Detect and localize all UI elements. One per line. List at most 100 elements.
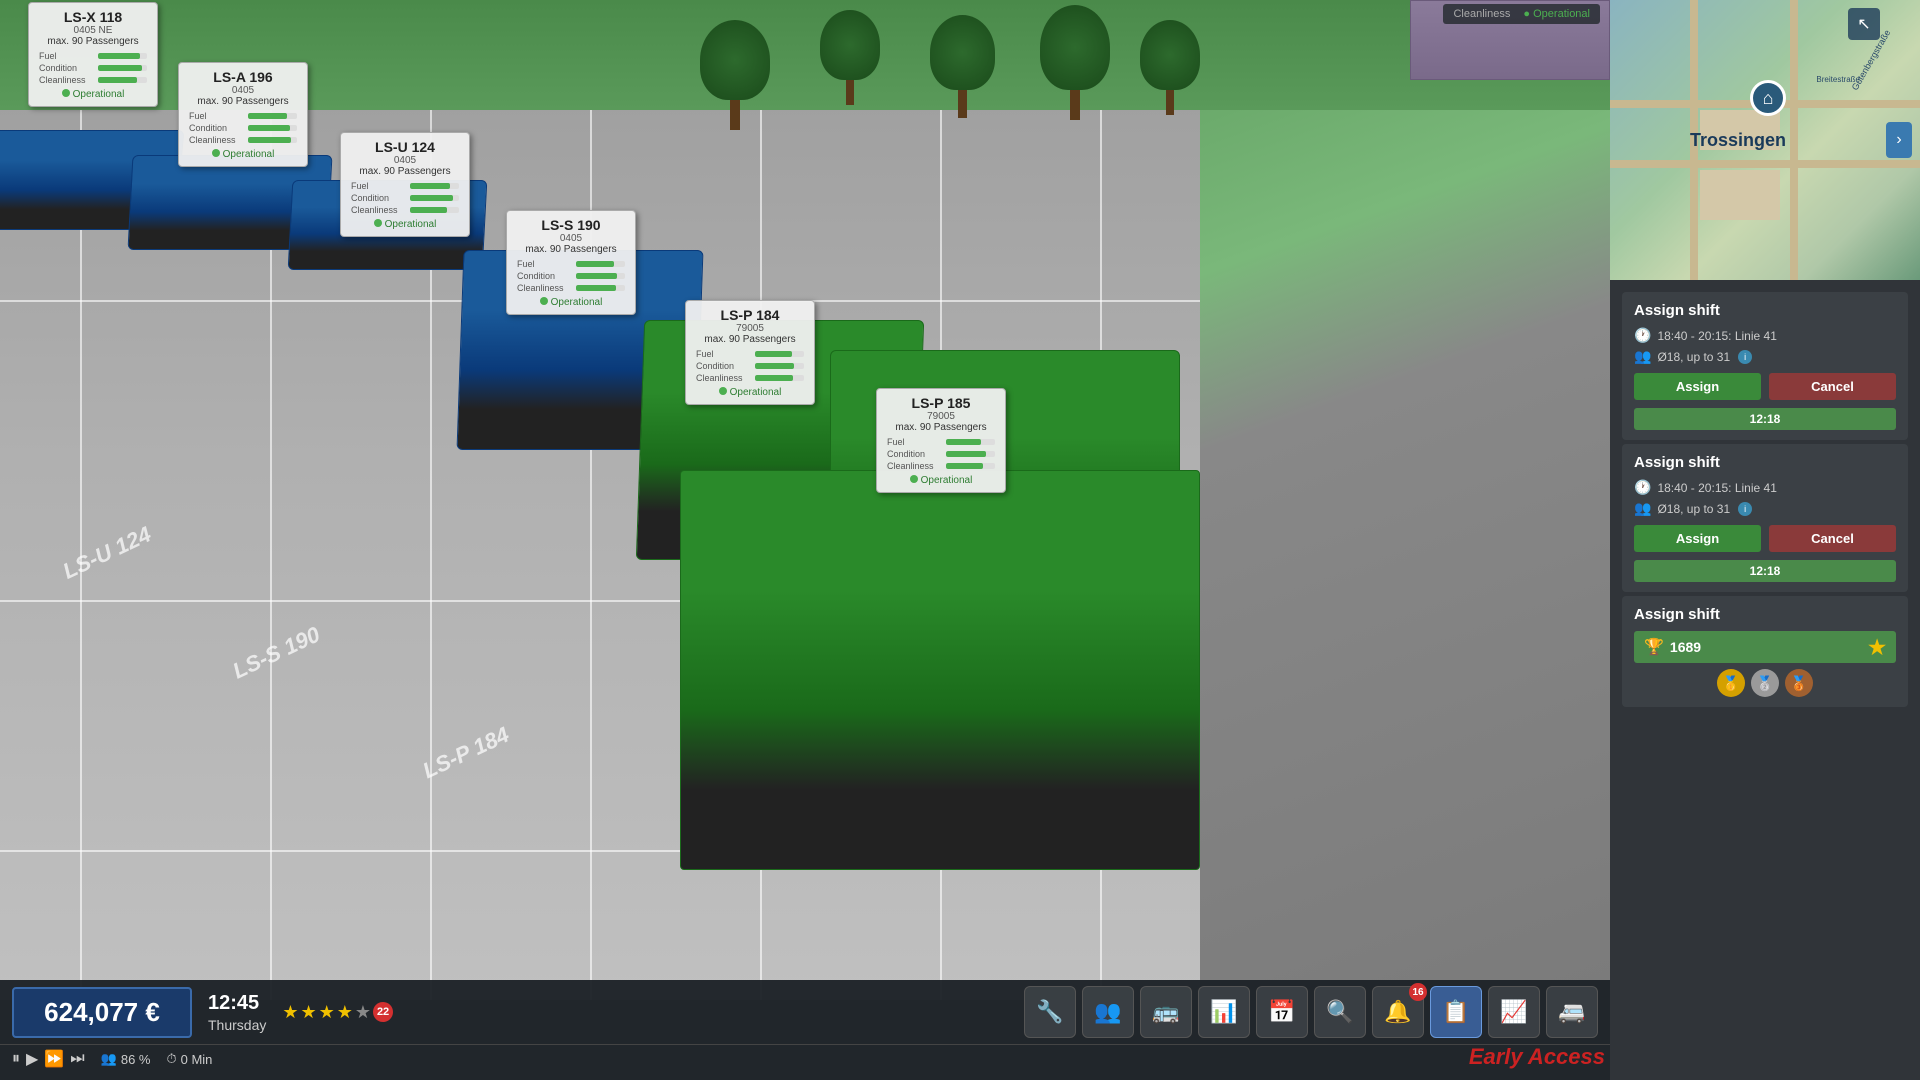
time-stat-value: 0 Min: [181, 1052, 213, 1067]
condition-bar-bg-0: [98, 65, 147, 71]
notification-count: 16: [1409, 983, 1427, 1001]
star-4: ★: [337, 1002, 353, 1023]
fuel-bar-bg-0: [98, 53, 147, 59]
time-stat: ⏱ 0 Min: [166, 1051, 212, 1067]
employee-percent: 86 %: [121, 1052, 151, 1067]
map-street-label-2: Breitestraße: [1816, 75, 1860, 84]
fastest-forward-button[interactable]: ⏭: [70, 1050, 84, 1068]
medal-silver: 🥈: [1751, 669, 1779, 697]
map-pin: ⌂: [1750, 80, 1790, 120]
assign-title-1: Assign shift: [1634, 302, 1896, 319]
day-display: Thursday: [208, 1017, 266, 1033]
early-access-label: Early Access: [1469, 1044, 1605, 1070]
assign-button-2[interactable]: Assign: [1634, 525, 1761, 552]
bus-card-ls-u-124: LS-U 124 0405 max. 90 Passengers Fuel Co…: [340, 132, 470, 237]
toolbar-btn-maintenance[interactable]: 🔧: [1024, 986, 1076, 1038]
money-display: 624,077 €: [12, 987, 192, 1038]
bus-large-green-shape: [680, 470, 1200, 870]
star-2: ★: [301, 1002, 317, 1023]
score-value: 1689: [1670, 639, 1701, 655]
assign-shift-card-2: Assign shift 🕐 18:40 - 20:15: Linie 41 👥…: [1622, 444, 1908, 592]
people-icon-1: 👥: [1634, 348, 1651, 365]
toolbar-btn-statistics[interactable]: 📊: [1198, 986, 1250, 1038]
bus-card-ls-p-184: LS-P 184 79005 max. 90 Passengers Fuel C…: [685, 300, 815, 405]
tree-4: [1040, 5, 1110, 120]
assign-age-1: Ø18, up to 31: [1657, 350, 1730, 364]
bus-name-ls-a-196: LS-A 196: [189, 69, 297, 85]
time-stat-icon: ⏱: [166, 1051, 176, 1067]
pin-house-icon: ⌂: [1763, 88, 1774, 109]
playback-controls: ⏸ ▶ ⏩ ⏭: [12, 1049, 85, 1069]
employee-icon: 👥: [101, 1051, 117, 1067]
toolbar-btn-search[interactable]: 🔍: [1314, 986, 1366, 1038]
toolbar-top: 624,077 € 12:45 Thursday ★ ★ ★ ★ ★ 22 🔧 …: [0, 980, 1610, 1044]
assign-age-row-2: 👥 Ø18, up to 31 i: [1634, 500, 1896, 517]
star-1: ★: [282, 1002, 298, 1023]
assign-buttons-1: Assign Cancel: [1634, 373, 1896, 400]
toolbar-btn-notifications[interactable]: 🔔 16: [1372, 986, 1424, 1038]
info-badge-1[interactable]: i: [1738, 350, 1752, 364]
pin-circle: ⌂: [1750, 80, 1786, 116]
status-ls-x-118: Operational: [39, 89, 147, 100]
assign-time-row-2: 🕐 18:40 - 20:15: Linie 41: [1634, 479, 1896, 496]
toolbar-btn-buses[interactable]: 🚌: [1140, 986, 1192, 1038]
rating-stars: ★ ★ ★ ★ ★ 22: [282, 1002, 393, 1023]
assign-buttons-2: Assign Cancel: [1634, 525, 1896, 552]
fuel-label-0: Fuel: [39, 51, 94, 61]
clock-icon-2: 🕐: [1634, 479, 1651, 496]
time-info: 12:45 Thursday: [208, 992, 266, 1033]
assign-shifts-container: Assign shift 🕐 18:40 - 20:15: Linie 41 👥…: [1610, 280, 1920, 1080]
assign-time-2: 18:40 - 20:15: Linie 41: [1657, 481, 1776, 495]
star-award-icon: ★: [1868, 635, 1886, 660]
time-bar-2: 12:18: [1634, 560, 1896, 582]
cancel-button-2[interactable]: Cancel: [1769, 525, 1896, 552]
trophy-icon: 🏆: [1644, 637, 1664, 657]
tree-3: [930, 15, 995, 118]
toolbar-btn-contracts[interactable]: 📋: [1430, 986, 1482, 1038]
bus-card-ls-p-185: LS-P 185 79005 max. 90 Passengers Fuel C…: [876, 388, 1006, 493]
cancel-button-1[interactable]: Cancel: [1769, 373, 1896, 400]
mini-map[interactable]: ⌂ Trossingen Gutenbergstraße Breitestraß…: [1610, 0, 1920, 280]
time-bar-1: 12:18: [1634, 408, 1896, 430]
rating-count: 22: [373, 1002, 393, 1022]
assign-age-row-1: 👥 Ø18, up to 31 i: [1634, 348, 1896, 365]
map-corner-icon: ↖: [1848, 8, 1880, 40]
condition-label-0: Condition: [39, 63, 94, 73]
pause-button[interactable]: ⏸: [12, 1050, 20, 1068]
info-badge-2[interactable]: i: [1738, 502, 1752, 516]
score-bar: 🏆 1689 ★: [1634, 631, 1896, 663]
toolbar-btn-vehicles[interactable]: 🚐: [1546, 986, 1598, 1038]
toolbar-icons: 🔧 👥 🚌 📊 📅 🔍 🔔 16 📋 📈 🚐: [1024, 986, 1598, 1038]
bus-card-ls-x-118: LS-X 118 0405 NE max. 90 Passengers Fuel…: [28, 2, 158, 107]
condition-bar-0: [98, 65, 142, 71]
medal-bronze: 🥉: [1785, 669, 1813, 697]
assign-title-3: Assign shift: [1634, 606, 1896, 623]
clock-icon-1: 🕐: [1634, 327, 1651, 344]
bus-card-ls-s-190: LS-S 190 0405 max. 90 Passengers Fuel Co…: [506, 210, 636, 315]
assign-shift-card-3: Assign shift 🏆 1689 ★ 🥇 🥈 🥉: [1622, 596, 1908, 707]
medal-row: 🥇 🥈 🥉: [1634, 669, 1896, 697]
play-button[interactable]: ▶: [26, 1049, 38, 1069]
tree-1: [700, 20, 770, 130]
map-city-label: Trossingen: [1690, 130, 1786, 151]
toolbar-bottom: ⏸ ▶ ⏩ ⏭ 👥 86 % ⏱ 0 Min: [0, 1044, 1610, 1073]
medal-gold: 🥇: [1717, 669, 1745, 697]
people-icon-2: 👥: [1634, 500, 1651, 517]
assign-button-1[interactable]: Assign: [1634, 373, 1761, 400]
assign-time-1: 18:40 - 20:15: Linie 41: [1657, 329, 1776, 343]
toolbar-btn-employees[interactable]: 👥: [1082, 986, 1134, 1038]
map-nav-button[interactable]: ›: [1886, 122, 1912, 158]
bus-card-ls-a-196: LS-A 196 0405 max. 90 Passengers Fuel Co…: [178, 62, 308, 167]
bus-id-ls-x-118: 0405 NE: [39, 25, 147, 36]
top-status-bar: Cleanliness ● Operational: [1443, 4, 1600, 24]
bus-capacity-ls-x-118: max. 90 Passengers: [39, 36, 147, 47]
toolbar-btn-schedule[interactable]: 📅: [1256, 986, 1308, 1038]
fast-forward-button[interactable]: ⏩: [44, 1049, 64, 1069]
assign-age-2: Ø18, up to 31: [1657, 502, 1730, 516]
assign-title-2: Assign shift: [1634, 454, 1896, 471]
tree-2: [820, 10, 880, 105]
star-5: ★: [355, 1002, 371, 1023]
star-3: ★: [319, 1002, 335, 1023]
toolbar-btn-finances[interactable]: 📈: [1488, 986, 1540, 1038]
bottom-toolbar: 624,077 € 12:45 Thursday ★ ★ ★ ★ ★ 22 🔧 …: [0, 980, 1610, 1080]
